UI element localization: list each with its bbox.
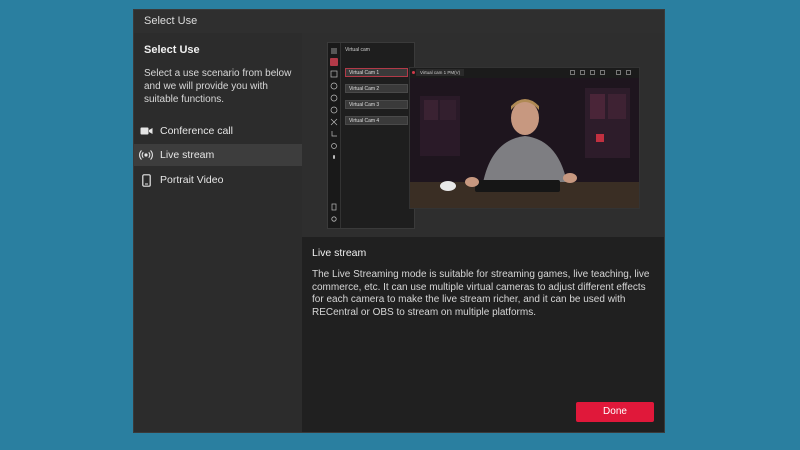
video-window-tab: Virtual cam 1 PM(V) xyxy=(416,69,465,76)
description-body: The Live Streaming mode is suitable for … xyxy=(312,269,650,318)
app-mock-title: Virtual cam xyxy=(345,47,370,53)
video-ctrl-icon xyxy=(626,70,631,75)
select-use-dialog: Select Use Select Use Select a use scena… xyxy=(133,9,665,433)
sidebar-description: Select a use scenario from below and we … xyxy=(144,68,292,105)
menu-icon xyxy=(331,48,337,54)
done-button[interactable]: Done xyxy=(576,402,654,422)
video-ctrl-icon xyxy=(570,70,575,75)
sidebar-item-conference-call[interactable]: Conference call xyxy=(134,120,302,142)
virtual-cam-item: Virtual Cam 1 xyxy=(345,68,408,77)
video-preview-window: Virtual cam 1 PM(V) xyxy=(409,67,640,209)
sidebar-item-label: Conference call xyxy=(160,125,233,137)
settings-icon xyxy=(331,216,337,222)
app-mock-window: Virtual cam Virtual Cam 1 Virtual Cam 2 … xyxy=(327,42,415,229)
video-ctrl-icon xyxy=(590,70,595,75)
file-icon xyxy=(331,203,337,211)
sidebar-heading: Select Use xyxy=(144,44,200,56)
audio-icon xyxy=(330,94,338,102)
virtual-cam-item: Virtual Cam 3 xyxy=(345,100,408,109)
window-title: Select Use xyxy=(134,10,664,34)
streamer-photo xyxy=(410,78,639,208)
input-icon xyxy=(330,70,338,78)
camera-active-icon xyxy=(330,58,338,66)
video-camera-icon xyxy=(139,124,153,138)
preview-illustration: Virtual cam Virtual Cam 1 Virtual Cam 2 … xyxy=(302,33,664,237)
description-title: Live stream xyxy=(312,247,367,259)
sidebar-item-label: Portrait Video xyxy=(160,174,224,186)
virtual-cam-item: Virtual Cam 2 xyxy=(345,84,408,93)
sidebar-item-label: Live stream xyxy=(160,149,215,161)
video-ctrl-icon xyxy=(600,70,605,75)
face-icon xyxy=(330,106,338,114)
effects-icon xyxy=(330,118,338,126)
crop-icon xyxy=(331,131,337,137)
main-panel: Virtual cam Virtual Cam 1 Virtual Cam 2 … xyxy=(302,33,664,432)
video-ctrl-icon xyxy=(580,70,585,75)
virtual-cam-item: Virtual Cam 4 xyxy=(345,116,408,125)
broadcast-icon xyxy=(139,148,153,162)
record-dot-icon xyxy=(412,71,415,74)
video-ctrl-icon xyxy=(616,70,621,75)
contrast-icon xyxy=(330,82,338,90)
sidebar: Select Use Select a use scenario from be… xyxy=(134,33,302,432)
sidebar-item-portrait-video[interactable]: Portrait Video xyxy=(134,169,302,191)
description-section: Live stream The Live Streaming mode is s… xyxy=(312,247,660,319)
phone-portrait-icon xyxy=(139,173,153,187)
microphone-icon xyxy=(333,155,335,159)
sidebar-item-live-stream[interactable]: Live stream xyxy=(134,144,302,166)
filter-icon xyxy=(331,143,337,149)
app-mock-toolbar xyxy=(328,43,341,228)
